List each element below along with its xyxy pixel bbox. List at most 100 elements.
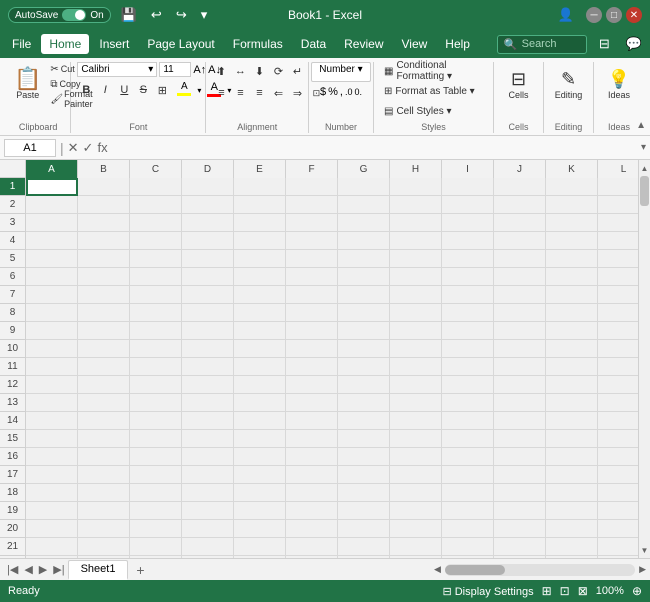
- strikethrough-button[interactable]: S: [134, 81, 152, 99]
- cell-A22[interactable]: [26, 556, 78, 558]
- cell-F5[interactable]: [286, 250, 338, 268]
- search-box[interactable]: 🔍: [497, 35, 587, 54]
- redo-icon[interactable]: ↪: [172, 5, 191, 25]
- col-header-K[interactable]: K: [546, 160, 598, 178]
- cell-E3[interactable]: [234, 214, 286, 232]
- cell-C8[interactable]: [130, 304, 182, 322]
- cell-D4[interactable]: [182, 232, 234, 250]
- cell-A2[interactable]: [26, 196, 78, 214]
- row-header-8[interactable]: 8: [0, 304, 26, 322]
- cell-F13[interactable]: [286, 394, 338, 412]
- cell-C12[interactable]: [130, 376, 182, 394]
- cell-D14[interactable]: [182, 412, 234, 430]
- autosave-badge[interactable]: AutoSave On: [8, 7, 111, 23]
- cell-J5[interactable]: [494, 250, 546, 268]
- fill-color-button[interactable]: A: [173, 81, 195, 99]
- cell-E17[interactable]: [234, 466, 286, 484]
- cell-L9[interactable]: [598, 322, 638, 340]
- cell-I22[interactable]: [442, 556, 494, 558]
- cell-H15[interactable]: [390, 430, 442, 448]
- cell-E7[interactable]: [234, 286, 286, 304]
- row-header-22[interactable]: 22: [0, 556, 26, 558]
- row-header-5[interactable]: 5: [0, 250, 26, 268]
- underline-button[interactable]: U: [115, 81, 133, 99]
- cell-A17[interactable]: [26, 466, 78, 484]
- cell-D12[interactable]: [182, 376, 234, 394]
- editing-button[interactable]: ✎ Editing: [549, 62, 589, 106]
- cell-F17[interactable]: [286, 466, 338, 484]
- cell-G1[interactable]: [338, 178, 390, 196]
- cell-E10[interactable]: [234, 340, 286, 358]
- cell-J13[interactable]: [494, 394, 546, 412]
- cell-A19[interactable]: [26, 502, 78, 520]
- align-middle-button[interactable]: ↔: [231, 62, 249, 80]
- cell-G18[interactable]: [338, 484, 390, 502]
- cell-C6[interactable]: [130, 268, 182, 286]
- cell-F8[interactable]: [286, 304, 338, 322]
- cell-A15[interactable]: [26, 430, 78, 448]
- cell-E12[interactable]: [234, 376, 286, 394]
- cell-G11[interactable]: [338, 358, 390, 376]
- col-header-D[interactable]: D: [182, 160, 234, 178]
- cell-A9[interactable]: [26, 322, 78, 340]
- cell-E15[interactable]: [234, 430, 286, 448]
- italic-button[interactable]: I: [96, 81, 114, 99]
- cell-L22[interactable]: [598, 556, 638, 558]
- display-settings-button[interactable]: ⊟ Display Settings: [442, 585, 533, 598]
- cell-I16[interactable]: [442, 448, 494, 466]
- cell-I9[interactable]: [442, 322, 494, 340]
- col-header-H[interactable]: H: [390, 160, 442, 178]
- cell-C13[interactable]: [130, 394, 182, 412]
- cell-B10[interactable]: [78, 340, 130, 358]
- align-top-button[interactable]: ⬆: [212, 62, 230, 80]
- cell-H5[interactable]: [390, 250, 442, 268]
- cell-I7[interactable]: [442, 286, 494, 304]
- cell-G7[interactable]: [338, 286, 390, 304]
- cell-D17[interactable]: [182, 466, 234, 484]
- cell-D20[interactable]: [182, 520, 234, 538]
- cell-I10[interactable]: [442, 340, 494, 358]
- cell-E9[interactable]: [234, 322, 286, 340]
- cell-B11[interactable]: [78, 358, 130, 376]
- cell-A11[interactable]: [26, 358, 78, 376]
- cell-C9[interactable]: [130, 322, 182, 340]
- cell-G14[interactable]: [338, 412, 390, 430]
- menu-home[interactable]: Home: [41, 34, 89, 54]
- cell-D7[interactable]: [182, 286, 234, 304]
- cell-I21[interactable]: [442, 538, 494, 556]
- cell-E5[interactable]: [234, 250, 286, 268]
- scroll-right-button[interactable]: ▶: [637, 564, 648, 575]
- cell-A21[interactable]: [26, 538, 78, 556]
- cell-D6[interactable]: [182, 268, 234, 286]
- cell-K10[interactable]: [546, 340, 598, 358]
- scroll-up-button[interactable]: ▲: [639, 160, 650, 176]
- formula-expand-button[interactable]: ▾: [641, 142, 646, 153]
- scroll-track-vertical[interactable]: [639, 176, 650, 542]
- cell-D11[interactable]: [182, 358, 234, 376]
- bold-button[interactable]: B: [77, 81, 95, 99]
- cell-I15[interactable]: [442, 430, 494, 448]
- col-header-G[interactable]: G: [338, 160, 390, 178]
- cell-reference-input[interactable]: [4, 139, 56, 157]
- cell-H7[interactable]: [390, 286, 442, 304]
- cell-F1[interactable]: [286, 178, 338, 196]
- cell-E14[interactable]: [234, 412, 286, 430]
- cell-L6[interactable]: [598, 268, 638, 286]
- cell-I14[interactable]: [442, 412, 494, 430]
- accounting-icon[interactable]: $: [320, 86, 326, 98]
- cell-styles-button[interactable]: ▤ Cell Styles ▾: [380, 102, 490, 120]
- cell-I12[interactable]: [442, 376, 494, 394]
- align-left-button[interactable]: ≡: [212, 84, 230, 102]
- row-header-4[interactable]: 4: [0, 232, 26, 250]
- ribbon-display-icon[interactable]: ⊟: [595, 34, 614, 54]
- search-input[interactable]: [522, 38, 582, 50]
- cell-L12[interactable]: [598, 376, 638, 394]
- row-header-3[interactable]: 3: [0, 214, 26, 232]
- cell-B8[interactable]: [78, 304, 130, 322]
- cell-B12[interactable]: [78, 376, 130, 394]
- cell-A6[interactable]: [26, 268, 78, 286]
- cell-C2[interactable]: [130, 196, 182, 214]
- menu-file[interactable]: File: [4, 34, 39, 54]
- add-sheet-button[interactable]: +: [130, 560, 150, 580]
- cell-B20[interactable]: [78, 520, 130, 538]
